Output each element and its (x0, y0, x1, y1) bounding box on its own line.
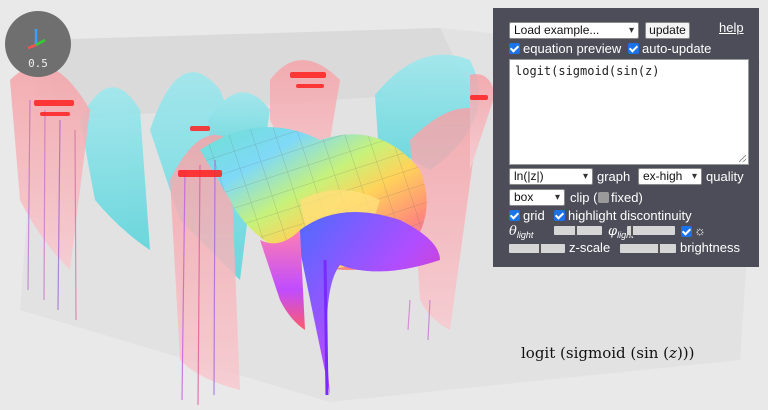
scale-readout: 0.5 (28, 57, 48, 70)
formula-variable: z (669, 344, 677, 362)
clip-value: box (514, 190, 534, 204)
z-scale-slider[interactable] (509, 243, 565, 254)
theta-light-slider[interactable] (554, 225, 602, 236)
chevron-down-icon: ▾ (582, 171, 588, 182)
slider-knob[interactable] (631, 225, 633, 236)
sun-icon: ☼ (694, 223, 706, 238)
slider-knob[interactable] (575, 225, 577, 236)
equation-editor[interactable]: logit(sigmoid(sin(z) (509, 59, 749, 165)
graph-mode-select[interactable]: ln(|z|) ▾ (509, 168, 593, 185)
brightness-slider[interactable] (620, 243, 676, 254)
chevron-down-icon: ▾ (554, 192, 560, 203)
formula-preview: logit (sigmoid (sin (z))) (521, 344, 695, 362)
highlight-discontinuity-checkbox[interactable] (554, 210, 565, 221)
theta-sub: light (516, 230, 534, 240)
update-button[interactable]: update (645, 22, 690, 39)
grid-checkbox[interactable] (509, 210, 520, 221)
theta-light-label: θlight (509, 223, 533, 240)
graph-label: graph (597, 169, 631, 184)
formula-prefix: logit (sigmoid (sin ( (521, 344, 670, 362)
chevron-down-icon: ▾ (691, 171, 697, 182)
phi-symbol: φ (608, 224, 618, 239)
load-example-value: Load example... (514, 23, 600, 37)
clip-select[interactable]: box ▾ (509, 189, 565, 206)
fixed-label: fixed) (611, 190, 643, 205)
quality-label: quality (706, 169, 744, 184)
phi-light-slider[interactable] (627, 225, 675, 236)
grid-label: grid (523, 208, 545, 223)
slider-knob[interactable] (539, 243, 541, 254)
z-scale-label: z-scale (569, 240, 611, 255)
equation-text: logit(sigmoid(sin(z) (515, 64, 660, 78)
resize-grip-icon[interactable] (739, 155, 746, 162)
formula-suffix: ))) (676, 344, 695, 362)
quality-select[interactable]: ex-high ▾ (638, 168, 702, 185)
axis-orientation-widget[interactable]: 0.5 (5, 11, 71, 77)
brightness-label: brightness (680, 240, 740, 255)
clip-label: clip ( (570, 190, 598, 205)
auto-update-checkbox[interactable] (628, 43, 639, 54)
chevron-down-icon: ▾ (628, 25, 634, 36)
quality-value: ex-high (643, 169, 683, 183)
load-example-select[interactable]: Load example... ▾ (509, 22, 639, 39)
equation-preview-label: equation preview (523, 41, 622, 56)
theta-symbol: θ (509, 224, 517, 239)
slider-knob[interactable] (658, 243, 660, 254)
help-link[interactable]: help (719, 20, 744, 35)
highlight-discontinuity-label: highlight discontinuity (568, 208, 692, 223)
light-checkbox[interactable] (681, 226, 692, 237)
graph-mode-value: ln(|z|) (514, 169, 544, 183)
auto-update-label: auto-update (642, 41, 712, 56)
equation-preview-checkbox[interactable] (509, 43, 520, 54)
fixed-checkbox[interactable] (598, 192, 609, 203)
control-panel: Load example... ▾ update help equation p… (493, 8, 759, 267)
